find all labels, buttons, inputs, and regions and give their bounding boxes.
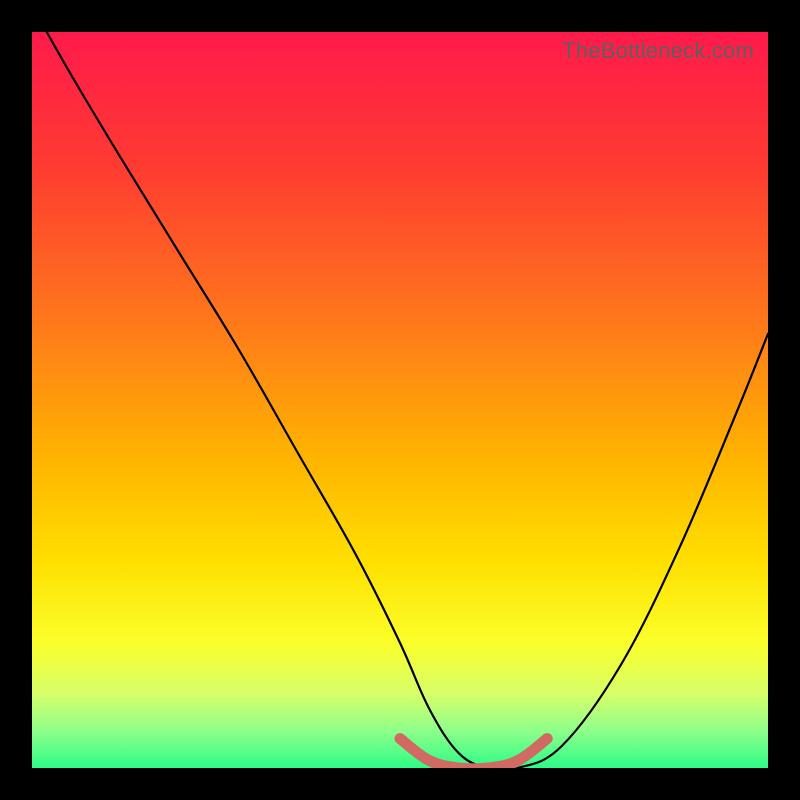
- watermark-text: TheBottleneck.com: [562, 38, 754, 64]
- chart-svg: [32, 32, 768, 768]
- gradient-background: [32, 32, 768, 768]
- chart-frame: TheBottleneck.com: [0, 0, 800, 800]
- plot-area: TheBottleneck.com: [32, 32, 768, 768]
